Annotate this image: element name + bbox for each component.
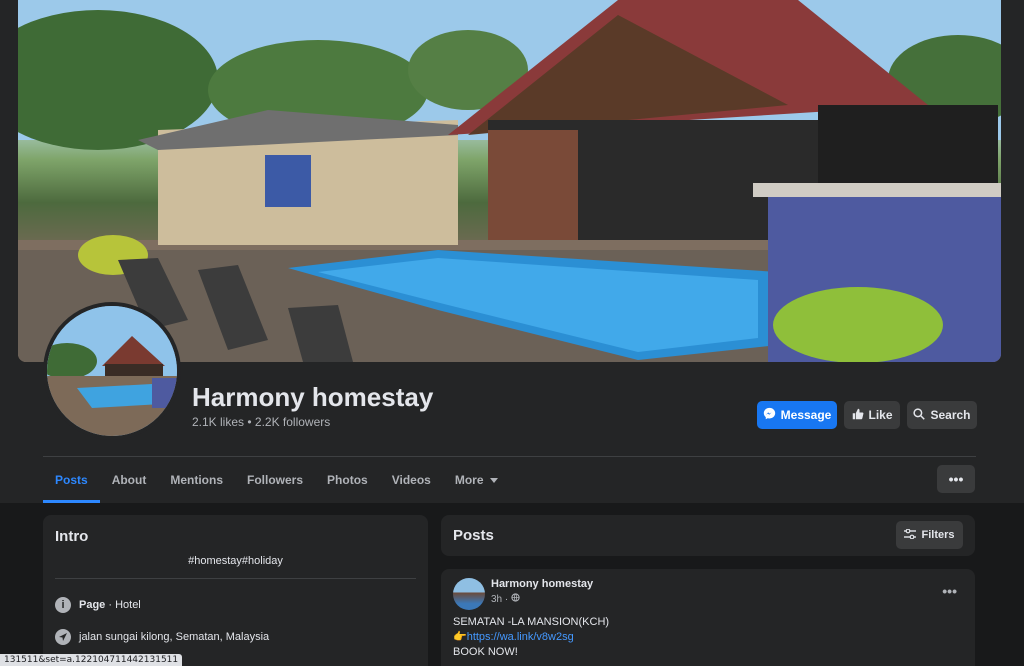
post-more-options[interactable]: •••: [942, 583, 957, 599]
like-button-label: Like: [868, 408, 893, 422]
page-avatar[interactable]: [43, 302, 181, 440]
post-time-text: 3h ·: [491, 593, 509, 605]
intro-hashtags[interactable]: #homestay#holiday: [43, 555, 428, 567]
tab-videos[interactable]: Videos: [380, 457, 443, 503]
category-value[interactable]: · Hotel: [105, 599, 140, 611]
pointing-hand-icon: 👉: [453, 631, 467, 643]
posts-header: Posts Filters: [441, 515, 975, 556]
tab-about-label: About: [111, 473, 147, 487]
address-text: jalan sungai kilong, Sematan, Malaysia: [79, 631, 270, 643]
intro-card: Intro #homestay#holiday i Page · Hotel j…: [43, 515, 428, 666]
more-icon: •••: [948, 471, 964, 487]
filters-label: Filters: [921, 529, 955, 541]
tab-more[interactable]: More: [443, 457, 510, 503]
intro-divider: [55, 578, 416, 579]
filters-icon: [904, 528, 917, 542]
posts-section-title: Posts: [453, 527, 494, 544]
page-tabs: Posts About Mentions Followers Photos Vi…: [43, 457, 510, 503]
post-line-2: 👉https://wa.link/v8w2sg: [453, 630, 609, 645]
tab-posts[interactable]: Posts: [43, 457, 100, 503]
tab-followers[interactable]: Followers: [235, 457, 315, 503]
post-author-avatar[interactable]: [453, 578, 485, 610]
status-bar-url: 131511&set=a.122104711442131511: [0, 654, 183, 666]
tab-about[interactable]: About: [100, 457, 159, 503]
tab-photos-label: Photos: [327, 473, 368, 487]
location-icon: [55, 629, 71, 645]
search-icon: [913, 407, 926, 423]
tab-posts-label: Posts: [55, 473, 88, 487]
message-button[interactable]: Message: [757, 401, 837, 429]
like-button[interactable]: Like: [844, 401, 900, 429]
more-icon: •••: [942, 583, 957, 599]
intro-category: i Page · Hotel: [55, 597, 141, 613]
intro-address: jalan sungai kilong, Sematan, Malaysia: [55, 629, 269, 645]
tab-followers-label: Followers: [247, 473, 304, 487]
more-options-button[interactable]: •••: [937, 465, 975, 493]
post-timestamp[interactable]: 3h ·: [491, 593, 520, 605]
tab-more-label: More: [454, 473, 484, 487]
post-body: SEMATAN -LA MANSION(KCH) 👉https://wa.lin…: [453, 615, 609, 660]
category-label: Page: [79, 599, 106, 611]
post-link[interactable]: https://wa.link/v8w2sg: [467, 631, 574, 643]
post-line-3: BOOK NOW!: [453, 646, 518, 658]
page-stats[interactable]: 2.1K likes • 2.2K followers: [192, 415, 330, 429]
messenger-icon: [763, 407, 776, 423]
search-button[interactable]: Search: [907, 401, 977, 429]
page-title: Harmony homestay: [192, 382, 434, 412]
thumbs-up-icon: [852, 408, 864, 423]
tab-photos[interactable]: Photos: [315, 457, 380, 503]
cover-photo[interactable]: [18, 0, 1001, 362]
filters-button[interactable]: Filters: [896, 521, 963, 549]
info-icon: i: [55, 597, 71, 613]
tab-videos-label: Videos: [391, 473, 431, 487]
tab-mentions-label: Mentions: [170, 473, 224, 487]
message-button-label: Message: [780, 408, 832, 422]
globe-icon: [511, 593, 520, 605]
page-actions: Message Like Search: [757, 401, 977, 429]
post-line-1: SEMATAN -LA MANSION(KCH): [453, 616, 610, 628]
search-button-label: Search: [930, 408, 971, 422]
post-card: Harmony homestay 3h · ••• SEMATAN -LA MA…: [441, 569, 975, 666]
tab-mentions[interactable]: Mentions: [158, 457, 235, 503]
intro-title: Intro: [55, 528, 89, 545]
chevron-down-icon: [489, 473, 498, 487]
post-author-name[interactable]: Harmony homestay: [491, 578, 593, 590]
